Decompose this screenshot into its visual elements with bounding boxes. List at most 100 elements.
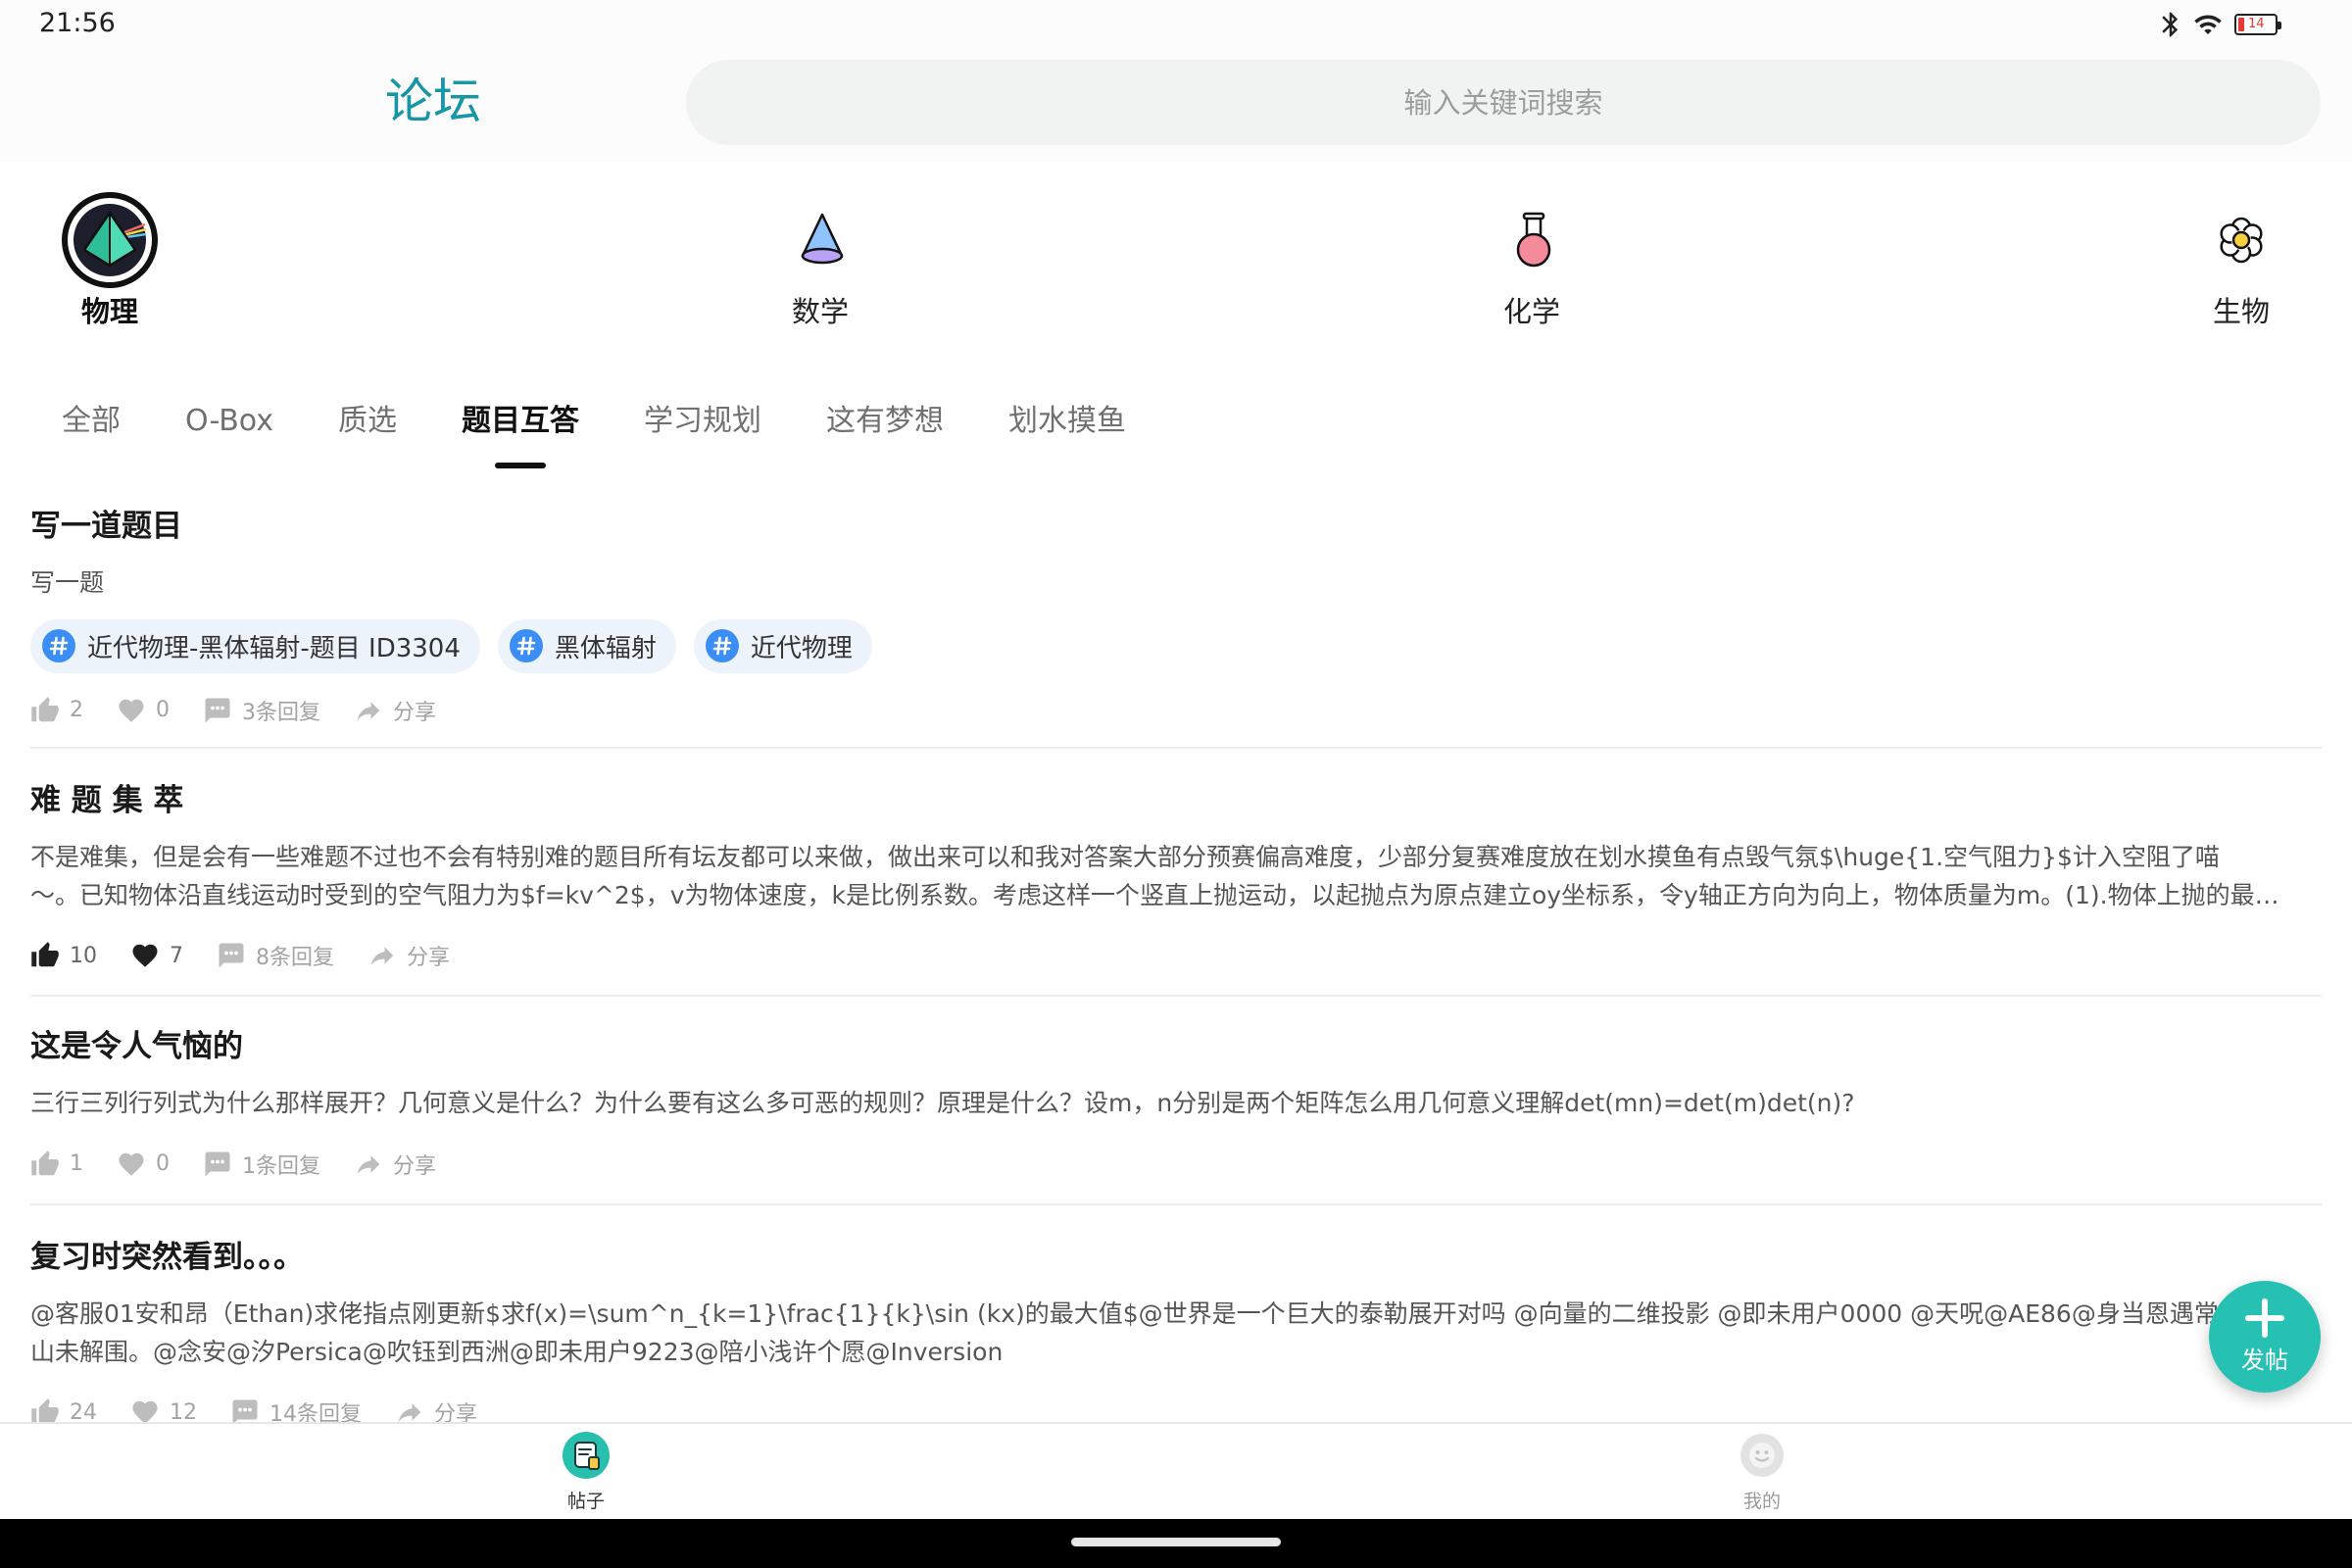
- like-button[interactable]: 10: [30, 941, 130, 970]
- profile-icon: [1740, 1434, 1784, 1477]
- share-label: 分享: [407, 946, 451, 970]
- post-item[interactable]: 复习时突然看到。。。 @客服01安和昂（Ethan)求佬指点刚更新$求f(x)=…: [30, 1234, 2322, 1432]
- post-title: 难 题 集 萃: [30, 783, 184, 818]
- reply-button[interactable]: 1条回复: [203, 1149, 354, 1180]
- tab-label: 这有梦想: [825, 404, 944, 438]
- search-input[interactable]: [686, 60, 2321, 145]
- comment-icon: [205, 1152, 230, 1176]
- favorite-count: 7: [170, 943, 183, 968]
- topic-tag[interactable]: 近代物理-黑体辐射-题目 ID3304: [30, 618, 480, 673]
- like-count: 1: [70, 1152, 83, 1176]
- tab-label: 划水摸鱼: [1007, 404, 1126, 438]
- like-count: 2: [70, 698, 83, 722]
- subject-physics[interactable]: 物理: [0, 186, 227, 333]
- tab-label: 题目互答: [461, 404, 579, 438]
- post-body: 不是难集，但是会有一些难题不过也不会有特别难的题目所有坛友都可以来做，做出来可以…: [30, 839, 2322, 914]
- reply-button[interactable]: 8条回复: [217, 940, 368, 971]
- tab-label: 全部: [62, 404, 121, 438]
- subject-label: 化学: [1502, 295, 1560, 328]
- comment-icon: [205, 698, 230, 722]
- tab-label: 质选: [337, 404, 397, 438]
- post-body: 三行三列行列式为什么那样展开？几何意义是什么？为什么要有这么多可恶的规则？原理是…: [30, 1085, 2322, 1123]
- subject-chemistry[interactable]: 化学: [1414, 186, 1649, 333]
- share-label: 分享: [393, 1153, 437, 1179]
- favorite-button[interactable]: 0: [117, 1150, 203, 1179]
- like-count: 24: [70, 1399, 97, 1425]
- post-body-line: 山未解围。@念安@汐Persica@吹钰到西洲@即未用户9223@陪小浅许个愿@…: [30, 1337, 1004, 1366]
- post-stats: 2 0 3条回复 分享: [30, 691, 2322, 730]
- nav-profile[interactable]: 我的: [1664, 1424, 1860, 1519]
- home-indicator[interactable]: [1071, 1538, 1281, 1546]
- posts-icon: [563, 1432, 610, 1479]
- tab-active-indicator: [494, 463, 546, 468]
- reply-count: 3条回复: [242, 700, 320, 725]
- share-label: 分享: [393, 700, 437, 725]
- bluetooth-icon: [2162, 12, 2179, 37]
- comment-icon: [219, 943, 244, 968]
- share-button[interactable]: 分享: [368, 940, 483, 971]
- bottom-navigation: 帖子 我的: [0, 1422, 2352, 1519]
- tab-all[interactable]: 全部: [62, 400, 121, 443]
- favorite-button[interactable]: 7: [130, 941, 217, 970]
- physics-prism-icon: [62, 192, 158, 288]
- post-body-line: 三行三列行列式为什么那样展开？几何意义是什么？为什么要有这么多可恶的规则？原理是…: [30, 1089, 1855, 1117]
- heart-icon: [119, 699, 144, 722]
- post-item[interactable]: 这是令人气恼的 三行三列行列式为什么那样展开？几何意义是什么？为什么要有这么多可…: [30, 1023, 2322, 1184]
- reply-count: 8条回复: [256, 946, 334, 970]
- topic-tag[interactable]: 黑体辐射: [497, 618, 676, 673]
- hashtag-icon: [705, 629, 739, 662]
- battery-level-bar: [2238, 18, 2244, 31]
- tab-dreams[interactable]: 这有梦想: [826, 400, 944, 443]
- chemistry-flask-icon: [1516, 212, 1551, 268]
- post-body: @客服01安和昂（Ethan)求佬指点刚更新$求f(x)=\sum^n_{k=1…: [30, 1296, 2322, 1371]
- post-divider: [30, 1203, 2322, 1205]
- status-icons: 14: [2156, 9, 2281, 40]
- post-body: 写一题: [30, 564, 2322, 603]
- favorite-count: 0: [156, 1152, 170, 1176]
- new-post-label: 发帖: [2241, 1347, 2288, 1374]
- math-cone-icon: [801, 213, 844, 265]
- share-button[interactable]: 分享: [354, 695, 469, 726]
- post-item[interactable]: 难 题 集 萃 不是难集，但是会有一些难题不过也不会有特别难的题目所有坛友都可以…: [30, 777, 2322, 975]
- tab-qa[interactable]: 题目互答: [461, 400, 579, 468]
- tab-obox[interactable]: O-Box: [185, 400, 273, 443]
- post-body-line: 不是难集，但是会有一些难题不过也不会有特别难的题目所有坛友都可以来做，做出来可以…: [30, 843, 2220, 871]
- thumbs-up-icon: [31, 696, 59, 721]
- post-item[interactable]: 写一道题目 写一题 近代物理-黑体辐射-题目 ID3304 黑体辐射 近代物理 …: [30, 503, 2322, 730]
- wifi-icon: [2194, 15, 2222, 34]
- page-title: 论坛: [384, 74, 481, 129]
- post-body-line: 写一题: [30, 568, 105, 597]
- like-button[interactable]: 1: [30, 1150, 117, 1179]
- tab-offtopic[interactable]: 划水摸鱼: [1008, 400, 1126, 443]
- thumbs-up-icon: [31, 1150, 59, 1175]
- post-title: 写一道题目: [30, 509, 182, 544]
- tab-label: 学习规划: [643, 404, 761, 438]
- system-navigation-bar: [0, 1519, 2352, 1568]
- nav-posts[interactable]: 帖子: [488, 1424, 684, 1519]
- post-body-line: @客服01安和昂（Ethan)求佬指点刚更新$求f(x)=\sum^n_{k=1…: [30, 1299, 2292, 1328]
- battery-level-text: 14: [2248, 17, 2265, 31]
- category-tabs: 全部 O-Box 质选 题目互答 学习规划 这有梦想 划水摸鱼: [62, 400, 1126, 468]
- tab-label: O-Box: [185, 404, 273, 438]
- subject-icon-wrap: [703, 186, 938, 294]
- topic-tag[interactable]: 近代物理: [693, 618, 872, 673]
- nav-posts-label: 帖子: [566, 1491, 605, 1512]
- favorite-count: 12: [170, 1399, 197, 1425]
- reply-button[interactable]: 3条回复: [203, 695, 354, 726]
- share-icon: [370, 947, 394, 965]
- topic-tag-label: 近代物理: [750, 633, 853, 663]
- subject-math[interactable]: 数学: [703, 186, 938, 333]
- post-stats: 10 7 8条回复 分享: [30, 936, 2322, 975]
- share-button[interactable]: 分享: [354, 1149, 469, 1180]
- post-title: 复习时突然看到。。。: [30, 1240, 304, 1275]
- post-divider: [30, 995, 2322, 997]
- tab-featured[interactable]: 质选: [338, 400, 397, 443]
- post-tags: 近代物理-黑体辐射-题目 ID3304 黑体辐射 近代物理: [30, 618, 2322, 673]
- tab-study-plan[interactable]: 学习规划: [644, 400, 761, 443]
- new-post-button[interactable]: 发帖: [2209, 1281, 2321, 1393]
- like-button[interactable]: 2: [30, 696, 117, 725]
- favorite-button[interactable]: 0: [117, 696, 203, 725]
- reply-count: 1条回复: [242, 1153, 320, 1179]
- subject-biology[interactable]: 生物: [2124, 186, 2352, 333]
- nav-profile-label: 我的: [1742, 1491, 1781, 1512]
